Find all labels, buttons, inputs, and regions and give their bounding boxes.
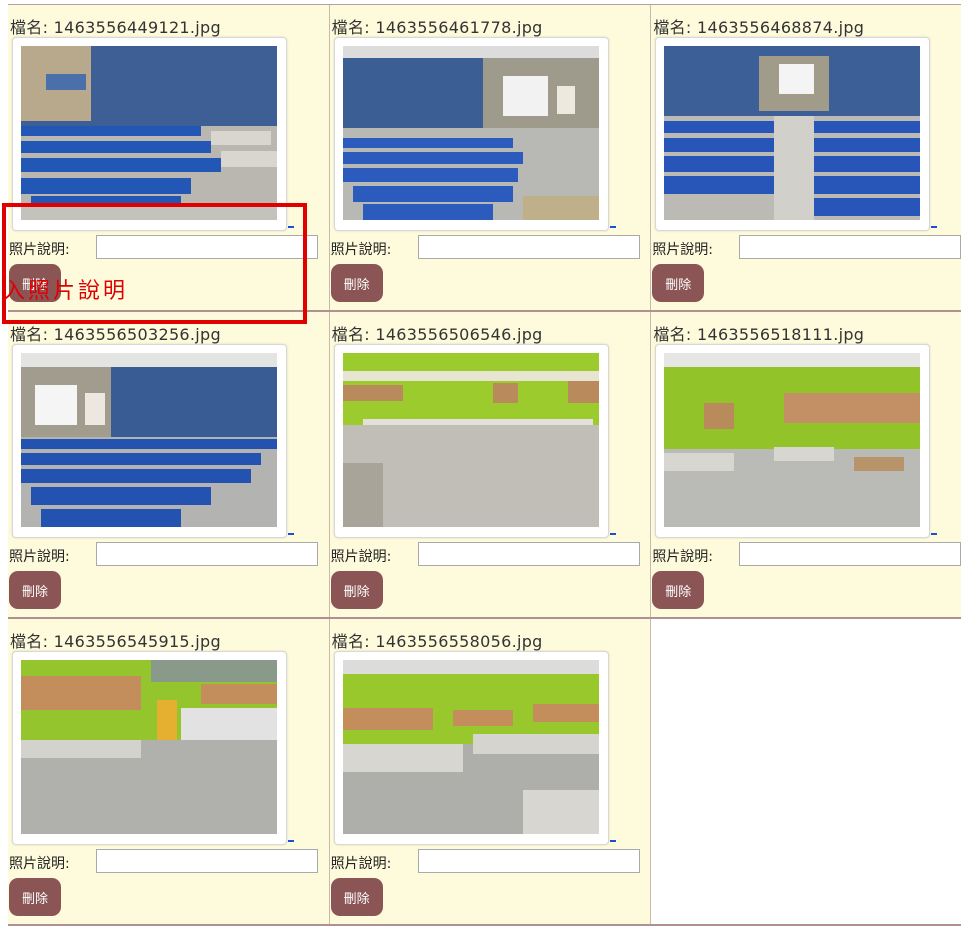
photo-card: 檔名: 1463556461778.jpg 照片說明: 刪除 (329, 5, 652, 310)
photo-row: 檔名: 1463556545915.jpg 照片說明: 刪除 檔名: 14635… (8, 619, 961, 926)
link-marker (609, 840, 616, 842)
description-input[interactable] (417, 849, 640, 873)
description-label: 照片說明: (652, 549, 714, 565)
link-marker (931, 226, 938, 228)
photo-card: 檔名: 1463556545915.jpg 照片說明: 刪除 (8, 619, 330, 924)
delete-button[interactable]: 刪除 (9, 264, 61, 302)
link-marker (288, 840, 294, 842)
description-input[interactable] (739, 542, 961, 566)
photo-card: 檔名: 1463556468874.jpg 照片說明: 刪除 (651, 5, 961, 310)
photo-image (664, 353, 921, 527)
photo-filename: 檔名: 1463556558056.jpg (331, 632, 543, 651)
photo-image (342, 46, 599, 220)
photo-frame (12, 344, 287, 538)
description-label: 照片說明: (9, 242, 70, 258)
photo-filename: 檔名: 1463556461778.jpg (331, 18, 543, 37)
photo-image (342, 660, 599, 834)
delete-button[interactable]: 刪除 (652, 264, 705, 302)
photo-image (21, 46, 277, 220)
photo-frame (655, 344, 931, 538)
delete-button[interactable]: 刪除 (9, 571, 61, 609)
description-label: 照片說明: (9, 856, 70, 872)
empty-cell (651, 619, 961, 924)
photo-card: 檔名: 1463556449121.jpg 照片說明: 刪除 (8, 5, 330, 310)
description-input[interactable] (96, 849, 318, 873)
description-label: 照片說明: (330, 549, 392, 565)
description-input[interactable] (417, 542, 640, 566)
photo-filename: 檔名: 1463556449121.jpg (10, 18, 221, 37)
photo-filename: 檔名: 1463556503256.jpg (10, 325, 221, 344)
link-marker (931, 533, 938, 535)
photo-card: 檔名: 1463556506546.jpg 照片說明: 刪除 (329, 312, 652, 617)
description-label: 照片說明: (652, 242, 714, 258)
photo-frame (12, 651, 287, 845)
link-marker (609, 533, 616, 535)
photo-frame (12, 37, 287, 231)
delete-button[interactable]: 刪除 (330, 264, 383, 302)
description-input[interactable] (96, 542, 318, 566)
delete-button[interactable]: 刪除 (652, 571, 705, 609)
description-input[interactable] (417, 235, 640, 259)
photo-row: 檔名: 1463556503256.jpg 照片說明: 刪除 檔名: 14635… (8, 312, 961, 619)
delete-button[interactable]: 刪除 (9, 878, 61, 916)
description-input[interactable] (96, 235, 318, 259)
photo-frame (333, 651, 609, 845)
photo-card: 檔名: 1463556558056.jpg 照片說明: 刪除 (329, 619, 652, 924)
photo-filename: 檔名: 1463556468874.jpg (653, 18, 865, 37)
photo-filename: 檔名: 1463556545915.jpg (10, 632, 221, 651)
description-label: 照片說明: (330, 856, 392, 872)
photo-filename: 檔名: 1463556506546.jpg (331, 325, 543, 344)
photo-frame (333, 344, 609, 538)
link-marker (288, 226, 294, 228)
photo-grid: 檔名: 1463556449121.jpg 照片說明: 刪除 檔名: 14635… (0, 4, 961, 926)
description-label: 照片說明: (330, 242, 392, 258)
link-marker (288, 533, 294, 535)
photo-card: 檔名: 1463556503256.jpg 照片說明: 刪除 (8, 312, 330, 617)
description-input[interactable] (739, 235, 961, 259)
photo-image (21, 660, 277, 834)
description-label: 照片說明: (9, 549, 70, 565)
delete-button[interactable]: 刪除 (330, 878, 383, 916)
photo-row: 檔名: 1463556449121.jpg 照片說明: 刪除 檔名: 14635… (8, 5, 961, 312)
photo-image (342, 353, 599, 527)
photo-image (664, 46, 921, 220)
photo-card: 檔名: 1463556518111.jpg 照片說明: 刪除 (651, 312, 961, 617)
delete-button[interactable]: 刪除 (330, 571, 383, 609)
photo-image (21, 353, 277, 527)
photo-frame (655, 37, 931, 231)
photo-filename: 檔名: 1463556518111.jpg (653, 325, 865, 344)
photo-frame (333, 37, 609, 231)
link-marker (609, 226, 616, 228)
